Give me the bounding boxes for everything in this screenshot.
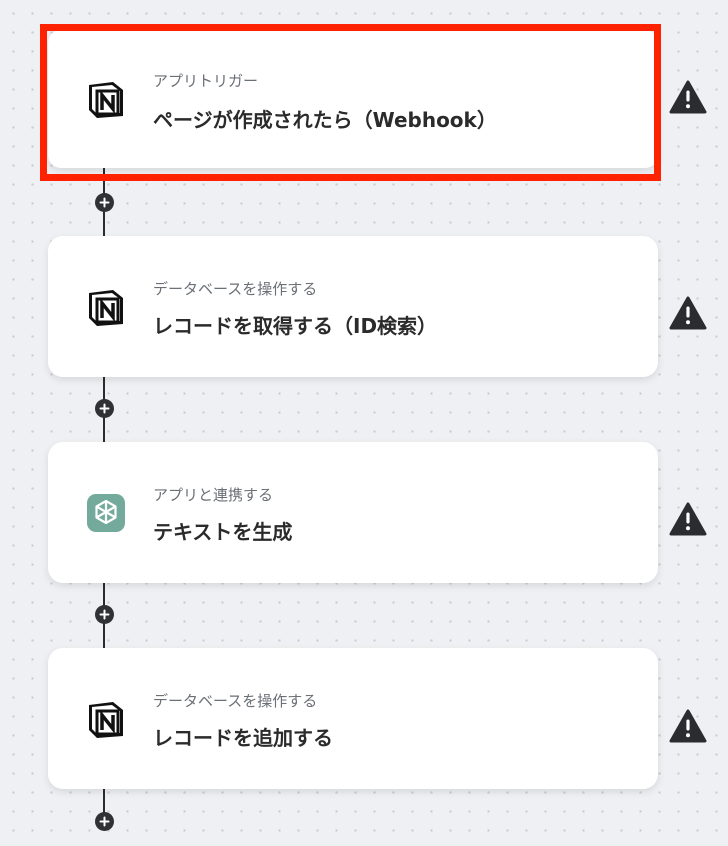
notion-icon [85,78,127,120]
plus-icon [99,816,110,827]
step-title: レコードを取得する（ID検索） [153,314,438,338]
add-step-button[interactable] [95,193,114,212]
warning-icon[interactable] [669,80,707,114]
step-title: レコードを追加する [153,726,333,750]
add-step-button[interactable] [95,605,114,624]
flow-step-card-trigger[interactable]: アプリトリガー ページが作成されたら（Webhook） [48,30,658,168]
step-type-label: データベースを操作する [153,280,318,298]
warning-icon[interactable] [669,502,707,536]
step-title: ページが作成されたら（Webhook） [153,108,497,132]
plus-icon [99,609,110,620]
plus-icon [99,197,110,208]
step-title: テキストを生成 [153,520,293,544]
chatgpt-icon [85,492,127,534]
plus-icon [99,403,110,414]
notion-icon [85,286,127,328]
step-type-label: データベースを操作する [153,692,318,710]
step-type-label: アプリと連携する [153,486,274,504]
add-step-button[interactable] [95,812,114,831]
warning-icon[interactable] [669,709,707,743]
step-type-label: アプリトリガー [153,72,259,90]
notion-icon [85,698,127,740]
flow-step-card[interactable]: アプリと連携する テキストを生成 [48,442,658,583]
warning-icon[interactable] [669,296,707,330]
add-step-button[interactable] [95,399,114,418]
flow-step-card[interactable]: データベースを操作する レコードを追加する [48,648,658,789]
flow-step-card[interactable]: データベースを操作する レコードを取得する（ID検索） [48,236,658,377]
